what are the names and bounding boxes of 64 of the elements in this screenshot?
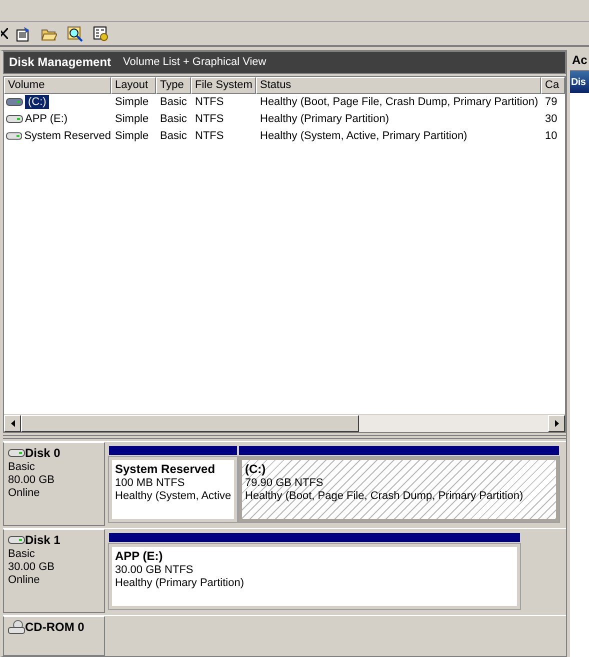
disk-name: Disk 1: [25, 533, 60, 547]
drive-icon: [6, 131, 22, 142]
partition-status: Healthy (Boot, Page File, Crash Dump, Primary Partition): [245, 490, 524, 502]
cd-drive-icon: [8, 620, 25, 634]
partition-box[interactable]: APP (E:) 30.00 GB NTFS Healthy (Primary Partition): [109, 544, 520, 609]
table-cell-text: Basic: [159, 112, 188, 128]
table-cell-text: Healthy (Primary Partition): [259, 112, 390, 128]
drive-icon: [6, 97, 23, 108]
disk-name: CD-ROM 0: [25, 620, 84, 634]
disk-type: Basic: [8, 548, 36, 560]
list-item[interactable]: System Reserved: [24, 130, 111, 142]
column-header[interactable]: Ca: [541, 76, 565, 94]
table-cell-text: 79: [544, 95, 558, 110]
actions-header: Ac: [570, 50, 589, 71]
table-cell-text: Basic: [159, 129, 188, 144]
panel-title: Disk Management: [9, 55, 112, 70]
table-cell-text: Simple: [114, 95, 150, 110]
table-cell-text: Healthy (Boot, Page File, Crash Dump, Primary Partition): [259, 95, 540, 110]
table-cell-text: 10: [544, 129, 558, 144]
partition-size: 79.90 GB NTFS: [245, 477, 324, 489]
document-icon: [15, 26, 31, 42]
partition-size: 100 MB NTFS: [115, 477, 186, 489]
table-cell-text: NTFS: [194, 129, 225, 144]
right-arrow-icon: [554, 420, 558, 427]
partition-status: Healthy (Primary Partition): [115, 577, 245, 589]
column-header[interactable]: Volume: [4, 76, 111, 94]
scroll-right-button[interactable]: [548, 415, 565, 432]
column-header[interactable]: Layout: [111, 76, 156, 94]
partition-label: (C:): [245, 462, 267, 476]
partition-label: APP (E:): [115, 549, 164, 563]
list-item[interactable]: APP (E:): [25, 113, 68, 126]
partition-size: 30.00 GB NTFS: [115, 564, 194, 576]
settings-icon: [93, 26, 109, 42]
cross-icon: [1, 28, 8, 39]
partition-label: System Reserved: [115, 462, 216, 476]
left-arrow-icon: [10, 420, 14, 427]
action-item[interactable]: Dis: [570, 71, 589, 93]
table-cell-text: 30: [544, 112, 558, 128]
scroll-left-button[interactable]: [4, 415, 21, 432]
disk-status: Online: [8, 574, 41, 586]
partition-box[interactable]: (C:) 79.90 GB NTFS Healthy (Boot, Page File, Crash Dump, Primary Partition): [239, 457, 559, 522]
column-header[interactable]: Type: [156, 76, 191, 94]
table-cell-text: Simple: [114, 112, 150, 128]
partition-status: Healthy (System, Active: [115, 490, 231, 502]
drive-icon: [6, 114, 23, 124]
scrollbar-thumb[interactable]: [21, 415, 359, 432]
disk-name: Disk 0: [25, 446, 60, 460]
view-label: Volume List + Graphical View: [123, 56, 266, 68]
disk-status: Online: [8, 487, 41, 499]
disk-size: 80.00 GB: [8, 474, 56, 486]
column-header[interactable]: Status: [256, 76, 541, 94]
table-cell-text: Basic: [159, 95, 188, 110]
partition-box[interactable]: System Reserved 100 MB NTFS Healthy (System, Active: [109, 457, 237, 522]
disk-type: Basic: [8, 461, 36, 473]
list-item[interactable]: (C:): [25, 95, 50, 110]
column-header[interactable]: File System: [191, 76, 256, 94]
disk-size: 30.00 GB: [8, 561, 56, 573]
table-cell-text: NTFS: [194, 112, 225, 128]
drive-icon: [8, 448, 25, 458]
drive-icon: [8, 535, 25, 545]
table-cell-text: Healthy (System, Active, Primary Partition): [259, 129, 468, 144]
table-cell-text: Simple: [114, 129, 150, 144]
table-cell-text: NTFS: [194, 95, 225, 110]
search-icon: [67, 26, 83, 42]
